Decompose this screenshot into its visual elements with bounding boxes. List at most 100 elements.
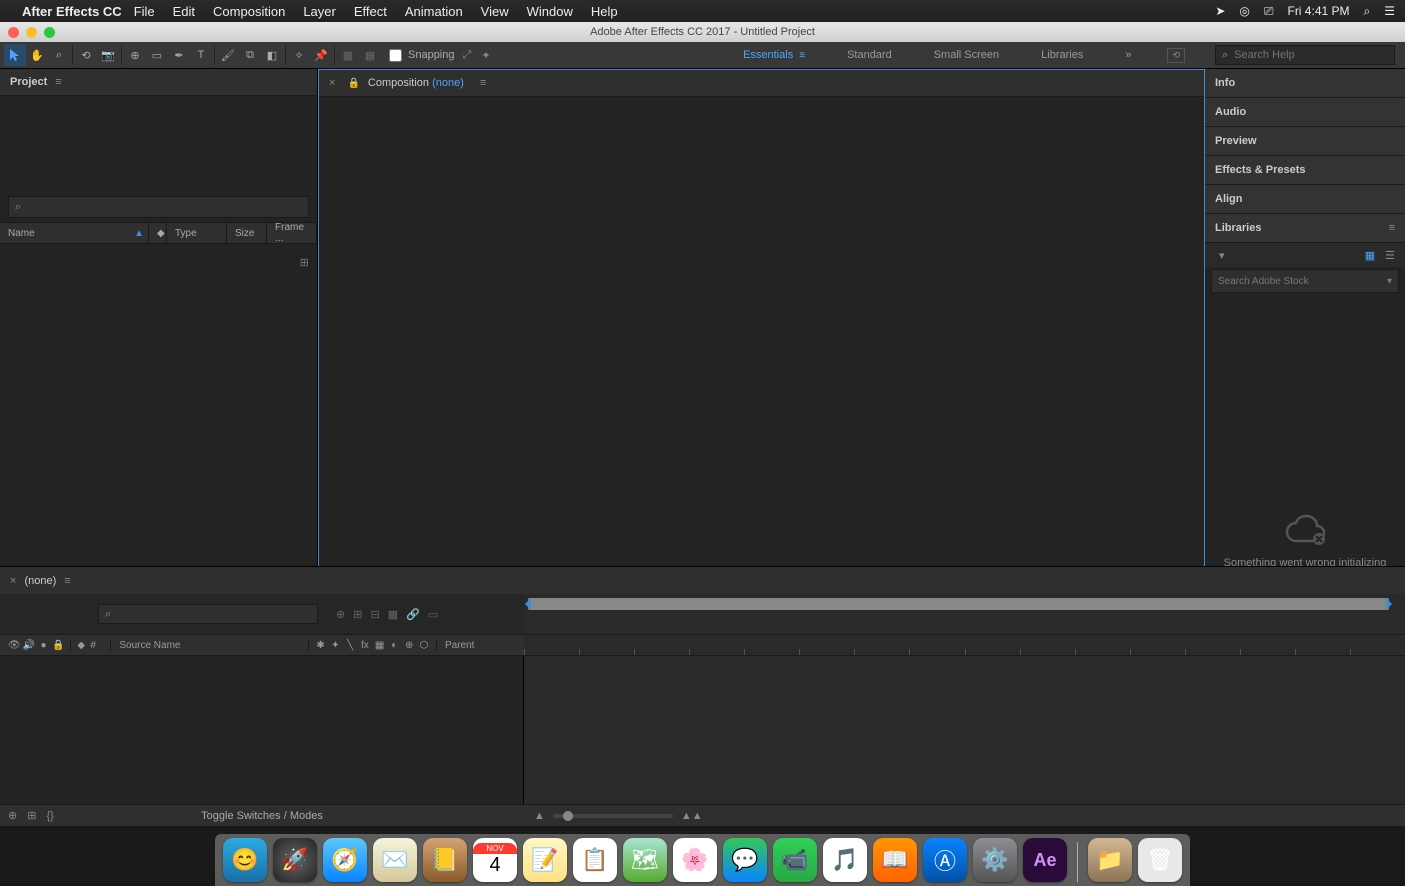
tl-tool-icon[interactable]: ▭: [428, 608, 438, 621]
menu-animation[interactable]: Animation: [405, 4, 463, 19]
dock-facetime[interactable]: 📹: [773, 838, 817, 882]
eraser-tool[interactable]: ◧: [261, 44, 283, 66]
source-col[interactable]: Source Name: [110, 640, 301, 651]
menu-window[interactable]: Window: [527, 4, 573, 19]
panel-preview[interactable]: Preview: [1205, 127, 1405, 156]
timeline-search[interactable]: ⌕: [98, 604, 318, 624]
timeline-tab-label[interactable]: (none): [24, 575, 56, 587]
tl-tool-icon[interactable]: 🔗: [406, 608, 420, 621]
panel-menu-icon[interactable]: ≡: [55, 76, 61, 88]
tl-foot-icon[interactable]: ⊞: [27, 809, 36, 822]
dock-notes[interactable]: 📝: [523, 838, 567, 882]
panel-audio[interactable]: Audio: [1205, 98, 1405, 127]
tl-foot-icon[interactable]: {}: [46, 810, 53, 822]
switch-icon[interactable]: ╲: [344, 640, 356, 651]
dock-mail[interactable]: ✉️: [373, 838, 417, 882]
tl-tool-icon[interactable]: ⊕: [336, 608, 345, 621]
project-tab[interactable]: Project: [10, 76, 47, 88]
switch-icon[interactable]: ⬡: [418, 640, 430, 651]
num-col[interactable]: #: [90, 640, 104, 651]
panel-menu-icon[interactable]: ≡: [480, 77, 486, 89]
status-cc-icon[interactable]: ◎: [1239, 4, 1249, 18]
timeline-zoom-slider[interactable]: [553, 814, 673, 818]
brush-tool[interactable]: 🖌: [217, 44, 239, 66]
dock-contacts[interactable]: 📒: [423, 838, 467, 882]
project-search[interactable]: ⌕: [8, 196, 309, 218]
panel-info[interactable]: Info: [1205, 69, 1405, 98]
status-cursor-icon[interactable]: ➤: [1215, 4, 1225, 18]
extra-tool-2[interactable]: ▦: [359, 44, 381, 66]
hand-tool[interactable]: ✋: [26, 44, 48, 66]
app-name[interactable]: After Effects CC: [22, 4, 122, 19]
tl-tool-icon[interactable]: ⊟: [370, 608, 379, 621]
panel-align[interactable]: Align: [1205, 185, 1405, 214]
timeline-tracks[interactable]: [524, 656, 1405, 804]
toggle-switches-button[interactable]: Toggle Switches / Modes: [201, 810, 323, 822]
clone-tool[interactable]: ⧉: [239, 44, 261, 66]
dock-ibooks[interactable]: 📖: [873, 838, 917, 882]
parent-col[interactable]: Parent: [436, 640, 516, 651]
dock-safari[interactable]: 🧭: [323, 838, 367, 882]
col-size[interactable]: Size: [227, 223, 267, 243]
extra-tool-1[interactable]: ▦: [337, 44, 359, 66]
col-type[interactable]: Type: [167, 223, 227, 243]
camera-tool[interactable]: 📷: [97, 44, 119, 66]
workspace-libraries[interactable]: Libraries: [1035, 45, 1089, 65]
switch-icon[interactable]: ◐: [388, 640, 400, 651]
type-tool[interactable]: T: [190, 44, 212, 66]
window-minimize-button[interactable]: [26, 27, 37, 38]
workspace-reset-icon[interactable]: ⟲: [1167, 48, 1185, 63]
panel-libraries[interactable]: Libraries ≡: [1205, 214, 1405, 243]
zoom-tool[interactable]: ⌕: [48, 44, 70, 66]
menu-file[interactable]: File: [134, 4, 155, 19]
switch-icon[interactable]: ✦: [329, 640, 341, 651]
panel-effects-presets[interactable]: Effects & Presets: [1205, 156, 1405, 185]
composition-tab-label[interactable]: Composition (none): [368, 77, 464, 89]
dock-finder[interactable]: 😊: [223, 838, 267, 882]
panel-menu-icon[interactable]: ≡: [64, 575, 70, 587]
workspace-small-screen[interactable]: Small Screen: [928, 45, 1005, 65]
dock-appstore[interactable]: Ⓐ: [923, 838, 967, 882]
col-label-icon[interactable]: ◆: [149, 223, 167, 243]
flowchart-icon[interactable]: ⊞: [300, 256, 309, 269]
menu-effect[interactable]: Effect: [354, 4, 387, 19]
snapping-checkbox[interactable]: [389, 49, 402, 62]
workspace-essentials[interactable]: Essentials: [737, 45, 811, 65]
dock-itunes[interactable]: 🎵: [823, 838, 867, 882]
tl-tool-icon[interactable]: ⊞: [353, 608, 362, 621]
zoom-out-icon[interactable]: ▲: [534, 810, 545, 822]
search-help-input[interactable]: [1234, 49, 1388, 61]
dock-calendar[interactable]: NOV 4: [473, 838, 517, 882]
workspace-standard[interactable]: Standard: [841, 45, 898, 65]
col-name[interactable]: Name▲: [0, 223, 149, 243]
lib-dropdown-icon[interactable]: ▾: [1219, 249, 1225, 262]
switch-icon[interactable]: ✱: [315, 640, 327, 651]
dock-launchpad[interactable]: 🚀: [273, 838, 317, 882]
zoom-in-icon[interactable]: ▲▲: [681, 810, 703, 822]
tl-tool-icon[interactable]: ▦: [388, 608, 398, 621]
selection-tool[interactable]: [4, 44, 26, 66]
close-tab-icon[interactable]: ×: [329, 77, 335, 89]
dock-maps[interactable]: 🗺: [623, 838, 667, 882]
col-frame[interactable]: Frame ...: [267, 223, 317, 243]
visibility-col-icon[interactable]: 👁: [8, 640, 20, 651]
workspace-overflow-icon[interactable]: »: [1119, 45, 1137, 65]
menu-view[interactable]: View: [481, 4, 509, 19]
menu-edit[interactable]: Edit: [173, 4, 195, 19]
dock-trash[interactable]: 🗑: [1138, 838, 1182, 882]
dock-photos[interactable]: 🌸: [673, 838, 717, 882]
menu-help[interactable]: Help: [591, 4, 618, 19]
timeline-layer-list[interactable]: [0, 656, 524, 804]
grid-view-icon[interactable]: ▦: [1365, 249, 1375, 262]
spotlight-icon[interactable]: ⌕: [1364, 4, 1371, 19]
dock-after-effects[interactable]: Ae: [1023, 838, 1067, 882]
dock-messages[interactable]: 💬: [723, 838, 767, 882]
pan-behind-tool[interactable]: ⊕: [124, 44, 146, 66]
switch-icon[interactable]: ⊕: [403, 640, 415, 651]
snap-option-icon-2[interactable]: ✦: [481, 49, 490, 62]
window-close-button[interactable]: [8, 27, 19, 38]
libraries-search[interactable]: Search Adobe Stock ▾: [1211, 269, 1399, 293]
rectangle-tool[interactable]: ▭: [146, 44, 168, 66]
rotobrush-tool[interactable]: ✧: [288, 44, 310, 66]
time-ruler[interactable]: [524, 635, 1405, 655]
